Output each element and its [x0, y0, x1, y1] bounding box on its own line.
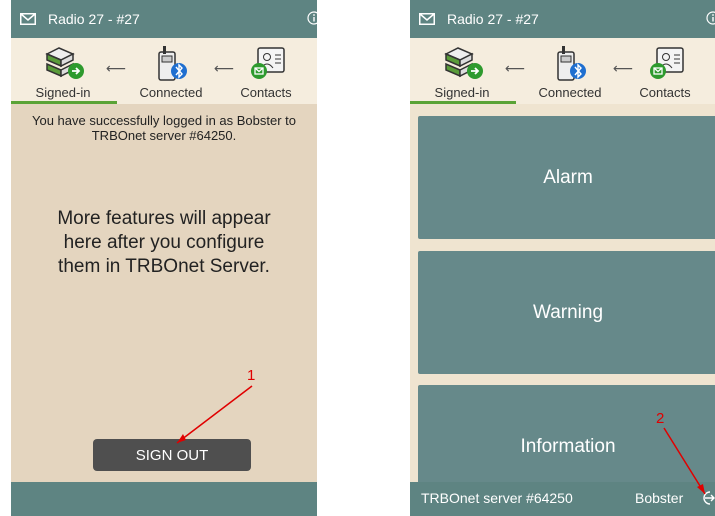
step-label: Contacts: [240, 85, 292, 100]
step-contacts[interactable]: Contacts: [216, 38, 316, 104]
step-label: Signed-in: [434, 85, 490, 100]
logout-icon[interactable]: [701, 490, 715, 506]
server-signed-in-icon: [444, 47, 483, 79]
features-placeholder-message: More features will appear here after you…: [57, 208, 271, 277]
step-contacts[interactable]: Contacts: [615, 38, 715, 104]
connection-steps: Signed-in ⟵ Connected ⟵ Contacts: [410, 38, 715, 104]
mail-icon[interactable]: [20, 13, 36, 25]
radio-title: Radio 27 - #27: [447, 11, 539, 27]
step-signed-in[interactable]: Signed-in: [412, 38, 512, 104]
phone-screen-signed-in: Radio 27 - #27 Signed-in ⟵ Connected ⟵ C…: [11, 0, 317, 516]
title-bar: Radio 27 - #27: [11, 0, 317, 38]
contacts-card-icon: [251, 47, 285, 79]
server-signed-in-icon: [45, 47, 84, 79]
contacts-card-icon: [650, 47, 684, 79]
info-icon[interactable]: [706, 11, 715, 25]
step-label: Connected: [538, 85, 602, 100]
active-step-indicator: [11, 101, 117, 104]
phone-screen-features: Radio 27 - #27 Signed-in ⟵ Connected ⟵ C…: [410, 0, 715, 516]
sign-out-button[interactable]: SIGN OUT: [93, 439, 251, 471]
alarm-tile[interactable]: Alarm: [418, 116, 715, 239]
step-connected[interactable]: Connected: [121, 38, 221, 104]
active-step-indicator: [410, 101, 516, 104]
annotation-number-1: 1: [247, 367, 256, 384]
radio-bluetooth-icon: [158, 46, 187, 81]
warning-tile[interactable]: Warning: [418, 251, 715, 374]
step-label: Signed-in: [35, 85, 91, 100]
step-connected[interactable]: Connected: [520, 38, 620, 104]
radio-bluetooth-icon: [557, 46, 586, 81]
username-label: Bobster: [635, 490, 684, 506]
annotation-number-2: 2: [656, 410, 665, 427]
radio-title: Radio 27 - #27: [48, 11, 140, 27]
step-label: Contacts: [639, 85, 691, 100]
server-label: TRBOnet server #64250: [421, 490, 573, 506]
status-footer: TRBOnet server #64250 Bobster: [410, 482, 715, 516]
title-bar: Radio 27 - #27: [410, 0, 715, 38]
step-signed-in[interactable]: Signed-in: [13, 38, 113, 104]
bottom-bar: [11, 482, 317, 516]
connection-steps: Signed-in ⟵ Connected ⟵ Contacts: [11, 38, 317, 104]
login-success-message: You have successfully logged in as Bobst…: [31, 113, 297, 143]
mail-icon[interactable]: [419, 13, 435, 25]
info-icon[interactable]: [307, 11, 317, 25]
step-label: Connected: [139, 85, 203, 100]
